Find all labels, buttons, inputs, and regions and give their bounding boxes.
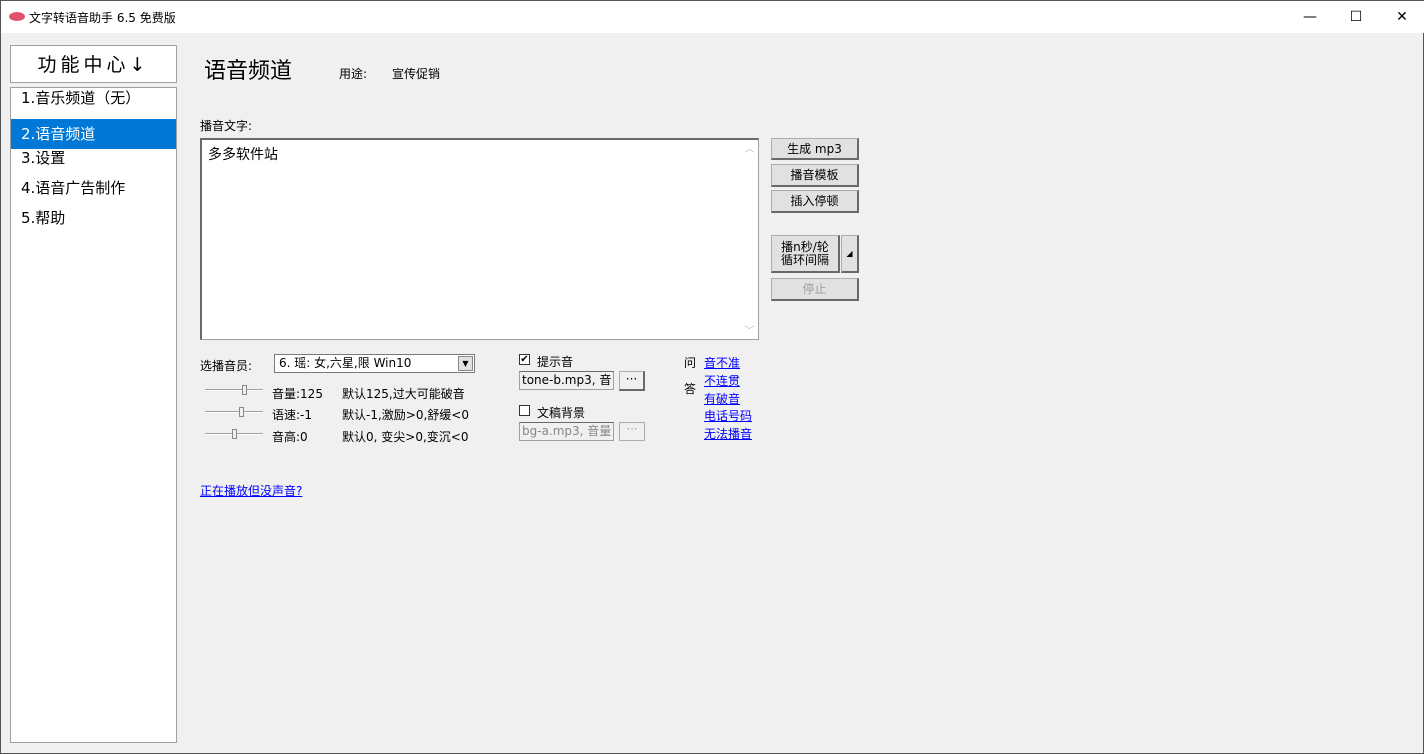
bg-browse-button[interactable]: ···: [619, 422, 645, 441]
close-button[interactable]: ✕: [1379, 1, 1424, 33]
sidebar-item-settings[interactable]: 3.设置: [11, 143, 176, 173]
title-bar: 文字转语音助手 6.5 免费版 — ☐ ✕: [1, 1, 1424, 33]
broadcast-text-value: 多多软件站: [208, 147, 278, 163]
voice-select-value: 6. 瑶: 女,六星,限 Win10: [279, 356, 412, 370]
insert-pause-button[interactable]: 插入停顿: [771, 190, 859, 213]
qa-link-incoherent[interactable]: 不连贯: [704, 372, 740, 389]
loop-dropdown-button[interactable]: ◢: [841, 235, 859, 273]
app-logo-icon: [9, 12, 25, 21]
no-sound-link[interactable]: 正在播放但没声音?: [200, 482, 302, 499]
qa-q-label: 问: [684, 356, 697, 370]
tone-checkbox[interactable]: ✔: [519, 354, 530, 365]
qa-link-inaccurate[interactable]: 音不准: [704, 354, 740, 371]
bg-checkbox[interactable]: [519, 405, 530, 416]
bg-file-input[interactable]: bg-a.mp3, 音量: [519, 422, 614, 441]
bg-label: 文稿背景: [537, 406, 586, 420]
tone-browse-button[interactable]: ···: [619, 371, 645, 391]
stop-button[interactable]: 停止: [771, 278, 859, 301]
qa-link-phone[interactable]: 电话号码: [704, 407, 752, 424]
triangle-icon: ◢: [846, 249, 853, 258]
function-center-header[interactable]: 功能中心↓: [10, 45, 177, 83]
scroll-up-icon[interactable]: ︿: [741, 140, 758, 155]
slider-thumb[interactable]: [239, 407, 245, 417]
generate-mp3-button[interactable]: 生成 mp3: [771, 138, 859, 160]
pitch-slider[interactable]: [205, 429, 263, 439]
slider-thumb[interactable]: [231, 429, 237, 439]
page-title: 语音频道: [204, 59, 293, 84]
sidebar-item-music[interactable]: 1.音乐频道（无）: [11, 83, 176, 113]
scroll-down-icon[interactable]: ﹀: [741, 322, 758, 337]
loop-play-button[interactable]: 播n秒/轮 循环间隔: [771, 235, 840, 273]
sidebar-list: 1.音乐频道（无） 2.语音频道 3.设置 4.语音广告制作 5.帮助: [10, 87, 177, 743]
voice-label: 选播音员:: [200, 359, 253, 373]
volume-hint: 默认125,过大可能破音: [342, 387, 465, 401]
template-button[interactable]: 播音模板: [771, 164, 859, 187]
speed-label: 语速:-1: [272, 408, 313, 422]
maximize-button[interactable]: ☐: [1333, 1, 1379, 33]
purpose-value: 宣传促销: [392, 67, 441, 81]
voice-select[interactable]: 6. 瑶: 女,六星,限 Win10 ▼: [274, 354, 475, 373]
text-scrollbar[interactable]: ︿ ﹀: [741, 140, 758, 339]
slider-thumb[interactable]: [242, 385, 248, 395]
purpose-label: 用途:: [339, 67, 368, 81]
check-icon: ✔: [520, 354, 529, 365]
chevron-down-icon[interactable]: ▼: [458, 356, 473, 371]
qa-link-distortion[interactable]: 有破音: [704, 390, 740, 407]
window-title: 文字转语音助手 6.5 免费版: [29, 11, 176, 25]
pitch-label: 音高:0: [272, 430, 308, 444]
minimize-button[interactable]: —: [1287, 1, 1333, 33]
sidebar-item-ad[interactable]: 4.语音广告制作: [11, 173, 176, 203]
broadcast-text-input[interactable]: 多多软件站 ︿ ﹀: [200, 138, 759, 340]
qa-link-cannot-play[interactable]: 无法播音: [704, 425, 752, 442]
speed-hint: 默认-1,激励>0,舒缓<0: [342, 408, 469, 422]
tone-file-input[interactable]: tone-b.mp3, 音: [519, 371, 614, 390]
sidebar-item-help[interactable]: 5.帮助: [11, 203, 176, 233]
speed-slider[interactable]: [205, 407, 263, 417]
pitch-hint: 默认0, 变尖>0,变沉<0: [342, 430, 469, 444]
text-label: 播音文字:: [200, 119, 253, 133]
qa-a-label: 答: [684, 382, 697, 396]
tone-label: 提示音: [537, 355, 574, 369]
volume-label: 音量:125: [272, 387, 323, 401]
volume-slider[interactable]: [205, 385, 263, 395]
